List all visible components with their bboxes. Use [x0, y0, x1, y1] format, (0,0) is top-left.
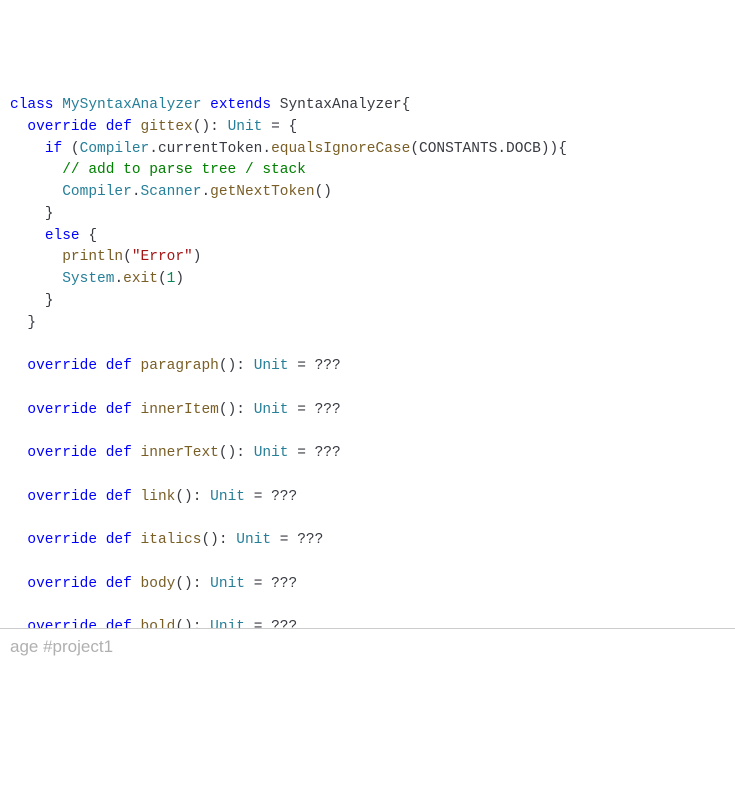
keyword-override: override	[27, 489, 97, 505]
keyword-else: else	[45, 228, 80, 244]
equals: =	[254, 489, 263, 505]
dot: .	[114, 271, 123, 287]
brace: }	[45, 206, 54, 222]
code-block: class MySyntaxAnalyzer extends SyntaxAna…	[10, 95, 725, 639]
brace: {	[558, 141, 567, 157]
equals: =	[271, 119, 280, 135]
paren: )	[193, 249, 202, 265]
object-compiler: Compiler	[80, 141, 150, 157]
method-name: innerItem	[141, 402, 219, 418]
method-name: italics	[141, 532, 202, 548]
colon: :	[236, 358, 245, 374]
equals: =	[297, 402, 306, 418]
keyword-if: if	[45, 141, 62, 157]
constant: CONSTANTS	[419, 141, 497, 157]
keyword-def: def	[106, 119, 132, 135]
dot: .	[497, 141, 506, 157]
return-type: Unit	[228, 119, 263, 135]
keyword-def: def	[106, 358, 132, 374]
equals: =	[254, 576, 263, 592]
return-type: Unit	[236, 532, 271, 548]
return-type: Unit	[210, 576, 245, 592]
brace: {	[88, 228, 97, 244]
method-call: equalsIgnoreCase	[271, 141, 410, 157]
method-call: getNextToken	[210, 184, 314, 200]
parens: ()	[219, 402, 236, 418]
method-name: body	[141, 576, 176, 592]
keyword-extends: extends	[210, 97, 271, 113]
class-name: MySyntaxAnalyzer	[62, 97, 201, 113]
footer-bar: age #project1	[0, 628, 735, 665]
parens: ()	[219, 445, 236, 461]
unimplemented: ???	[271, 489, 297, 505]
keyword-override: override	[27, 119, 97, 135]
method-println: println	[62, 249, 123, 265]
dot: .	[201, 184, 210, 200]
method-name: innerText	[141, 445, 219, 461]
keyword-override: override	[27, 358, 97, 374]
keyword-def: def	[106, 532, 132, 548]
colon: :	[193, 576, 202, 592]
method-exit: exit	[123, 271, 158, 287]
parens: ()	[219, 358, 236, 374]
unimplemented: ???	[297, 532, 323, 548]
method-name: link	[141, 489, 176, 505]
keyword-def: def	[106, 489, 132, 505]
keyword-override: override	[27, 402, 97, 418]
colon: :	[210, 119, 219, 135]
brace: {	[402, 97, 411, 113]
dot: .	[262, 141, 271, 157]
object-system: System	[62, 271, 114, 287]
paren: (	[158, 271, 167, 287]
brace: }	[45, 293, 54, 309]
object-compiler: Compiler	[62, 184, 132, 200]
keyword-def: def	[106, 576, 132, 592]
colon: :	[236, 445, 245, 461]
paren: (	[71, 141, 80, 157]
keyword-override: override	[27, 445, 97, 461]
method-name: paragraph	[141, 358, 219, 374]
footer-text: age #project1	[10, 637, 113, 656]
equals: =	[280, 532, 289, 548]
string-literal: "Error"	[132, 249, 193, 265]
parens: ()	[193, 119, 210, 135]
keyword-class: class	[10, 97, 54, 113]
return-type: Unit	[254, 402, 289, 418]
paren: (	[410, 141, 419, 157]
return-type: Unit	[210, 489, 245, 505]
parens: ()	[175, 489, 192, 505]
unimplemented: ???	[315, 402, 341, 418]
dot: .	[132, 184, 141, 200]
keyword-def: def	[106, 402, 132, 418]
return-type: Unit	[254, 358, 289, 374]
equals: =	[297, 445, 306, 461]
colon: :	[236, 402, 245, 418]
unimplemented: ???	[271, 576, 297, 592]
parent-class: SyntaxAnalyzer	[280, 97, 402, 113]
brace: {	[289, 119, 298, 135]
equals: =	[297, 358, 306, 374]
object-scanner: Scanner	[141, 184, 202, 200]
colon: :	[193, 489, 202, 505]
paren: ))	[541, 141, 558, 157]
comment: // add to parse tree / stack	[62, 162, 306, 178]
unimplemented: ???	[315, 358, 341, 374]
constant: DOCB	[506, 141, 541, 157]
parens: ()	[175, 576, 192, 592]
keyword-def: def	[106, 445, 132, 461]
brace: }	[27, 315, 36, 331]
unimplemented: ???	[315, 445, 341, 461]
return-type: Unit	[254, 445, 289, 461]
keyword-override: override	[27, 576, 97, 592]
method-name: gittex	[141, 119, 193, 135]
property: currentToken	[158, 141, 262, 157]
parens: ()	[315, 184, 332, 200]
dot: .	[149, 141, 158, 157]
colon: :	[219, 532, 228, 548]
paren: (	[123, 249, 132, 265]
parens: ()	[201, 532, 218, 548]
paren: )	[175, 271, 184, 287]
keyword-override: override	[27, 532, 97, 548]
